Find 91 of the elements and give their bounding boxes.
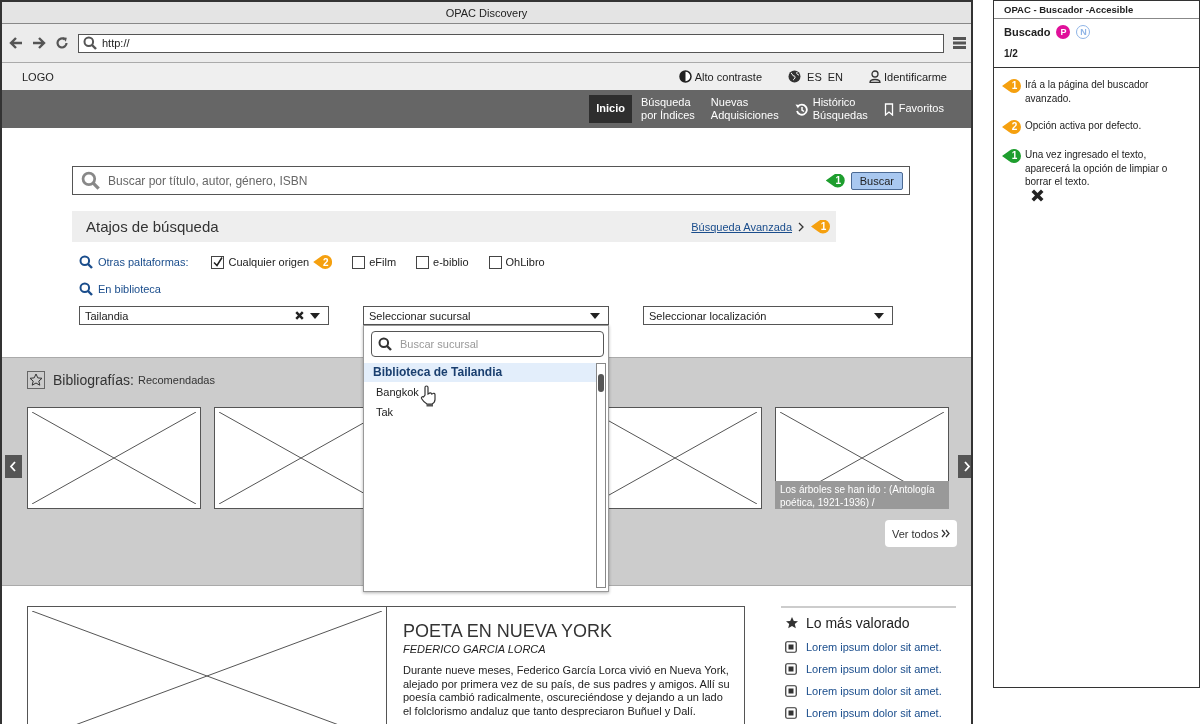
top-rated-link[interactable]: Lorem ipsum dolor sit amet. [806, 663, 942, 675]
clear-icon[interactable] [295, 311, 304, 320]
nav-tab[interactable]: Favoritos [876, 95, 951, 123]
checkbox[interactable] [488, 255, 502, 269]
book-title: POETA EN NUEVA YORK [403, 621, 614, 642]
star-icon [29, 373, 43, 387]
book-author: FEDERICO GARCIA LORCA [403, 643, 547, 655]
caret-down-icon [590, 312, 600, 319]
dropdown-item[interactable]: Tak [364, 402, 596, 422]
note-title: OPAC - Buscador -Accesible [994, 1, 1199, 19]
checkbox-label: eFilm [369, 256, 397, 268]
contrast-toggle[interactable]: Alto contraste [678, 70, 763, 83]
section-title: Buscado [1004, 26, 1051, 38]
history-icon [794, 102, 808, 116]
section-subtitle: Recomendadas [137, 374, 215, 386]
group-header: Biblioteca de Tailandia [364, 363, 596, 382]
nav-tab[interactable]: Histórico Búsquedas [787, 92, 875, 126]
square-bullet-icon [785, 685, 797, 697]
top-rated-link[interactable]: Lorem ipsum dolor sit amet. [806, 641, 942, 653]
back-arrow-icon[interactable] [9, 36, 23, 50]
user-icon [869, 70, 881, 83]
checkbox-label: OhLibro [505, 256, 545, 268]
select-field[interactable]: Tailandia [79, 306, 329, 325]
logo: LOGO [22, 70, 54, 83]
check-icon [212, 256, 224, 268]
globe-icon [788, 70, 802, 83]
marker-badge[interactable]: P [1056, 25, 1071, 39]
top-rated-link[interactable]: Lorem ipsum dolor sit amet. [806, 685, 942, 697]
library-label: En biblioteca [98, 283, 161, 295]
nav-tab[interactable]: Búsqueda por Índices [634, 92, 702, 126]
scrollbar[interactable] [596, 363, 606, 588]
nav-tab[interactable]: Nuevas Adquisiciones [703, 92, 786, 126]
search-button[interactable]: Buscar [850, 171, 903, 190]
checkbox-label: e-biblio [433, 256, 469, 268]
reload-icon[interactable] [55, 36, 69, 50]
menu-icon[interactable] [953, 36, 966, 50]
login-link[interactable]: Identificarme [869, 70, 947, 83]
caret-down-icon [874, 312, 884, 319]
next-arrow-button[interactable] [958, 455, 971, 478]
language-link[interactable]: ES [807, 70, 822, 83]
search-icon [79, 255, 93, 269]
square-bullet-icon [785, 663, 797, 675]
callout-badge: 1 [1002, 79, 1021, 93]
search-icon [79, 282, 93, 296]
search-icon [378, 337, 392, 351]
contrast-icon [678, 70, 692, 83]
section-title: Bibliografías: [53, 372, 134, 388]
section-title: Atajos de búsqueda [86, 218, 219, 235]
square-bullet-icon [785, 707, 797, 719]
chevron-right-icon [798, 221, 805, 232]
bookmark-icon [883, 102, 894, 116]
language-link[interactable]: EN [827, 70, 843, 83]
callout-badge: 1 [825, 173, 845, 188]
search-icon [83, 36, 97, 50]
callout-badge: 2 [1002, 120, 1021, 134]
forward-arrow-icon[interactable] [32, 36, 46, 50]
callout-badge: 1 [1002, 149, 1021, 163]
section-title: Lo más valorado [806, 615, 910, 631]
top-rated-link[interactable]: Lorem ipsum dolor sit amet. [806, 707, 942, 719]
book-description: Durante nueve meses, Federico García Lorca vivió en Nueva York, alejado por primera vez de su país, de sus padres y amigos. Allí su poesía cambió radicalmente, oscureciéndose y dejando a un lado el folclorismo andaluz que tanto despreciaron Buñuel y Dalí. [403, 664, 730, 719]
search-field[interactable]: Buscar por título, autor, género, ISBN 1 Buscar [72, 166, 910, 195]
checkbox[interactable] [211, 255, 225, 269]
star-button[interactable] [27, 371, 45, 389]
hand-cursor-icon [420, 385, 437, 407]
note-text: Una vez ingresado el texto, aparecerá la opción de limpiar o borrar el texto. [1025, 148, 1191, 202]
address-field[interactable]: http:// [78, 33, 944, 53]
window-title: OPAC Discovery [445, 6, 528, 19]
view-all-button[interactable]: Ver todos [885, 520, 958, 547]
note-text: Irá a la página del buscador avanzado. [1025, 78, 1150, 105]
star-icon [785, 616, 799, 630]
checkbox[interactable] [416, 255, 430, 269]
square-bullet-icon [785, 641, 797, 653]
caret-down-icon [310, 312, 320, 319]
callout-badge: 2 [313, 255, 333, 269]
checkbox-label: Cualquier origen [228, 256, 310, 268]
page-indicator: 1/2 [1004, 48, 1019, 59]
checkbox[interactable] [352, 255, 366, 269]
double-chevron-icon [941, 529, 951, 538]
advanced-search-link[interactable]: Búsqueda Avanzada [691, 220, 792, 233]
note-text: Opción activa por defecto. [1025, 119, 1142, 133]
search-input[interactable]: Buscar por título, autor, género, ISBN [106, 172, 820, 189]
clear-icon [1031, 188, 1044, 202]
callout-badge: 1 [811, 219, 830, 234]
search-icon [81, 171, 100, 190]
dropdown-item[interactable]: Bangkok [364, 382, 596, 402]
nav-tab[interactable]: Inicio [589, 95, 632, 123]
image-caption: Los árboles se han ido : (Antología poética, 1921-1936) / [775, 481, 949, 509]
branch-search-field[interactable]: Buscar sucursal [371, 331, 604, 357]
platforms-label: Otras paltaformas: [98, 256, 189, 268]
select-field[interactable]: Seleccionar localización [643, 306, 893, 325]
previous-arrow-button[interactable] [5, 455, 22, 478]
